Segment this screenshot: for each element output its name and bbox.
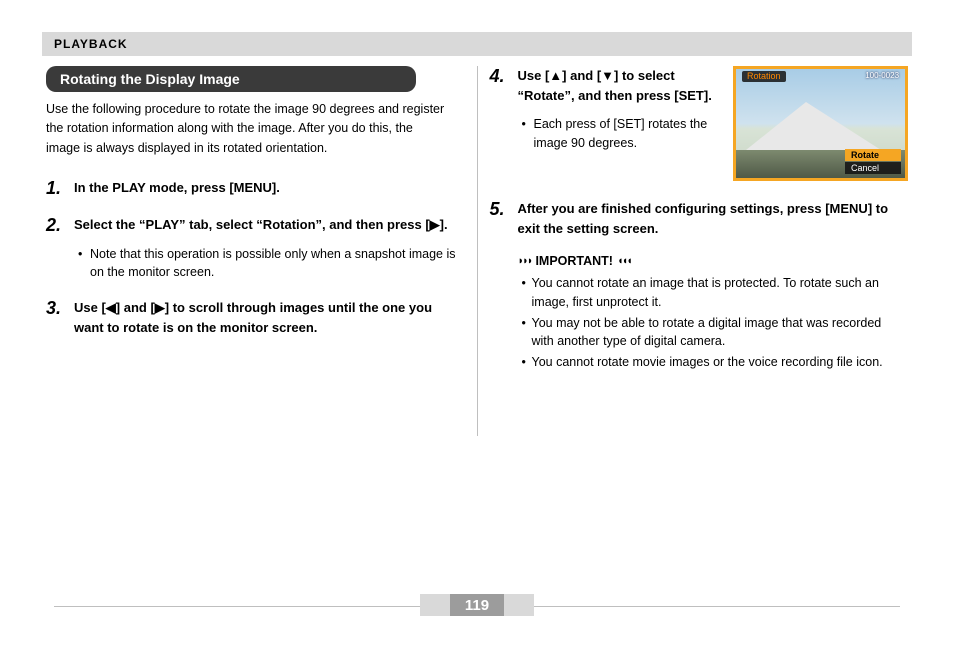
camera-file-number: 100-0023 <box>865 71 899 80</box>
important-list: You cannot rotate an image that is prote… <box>522 274 902 372</box>
intro-text: Use the following procedure to rotate th… <box>46 100 446 158</box>
page-footer: 119 <box>54 594 900 622</box>
camera-option-rotate: Rotate <box>845 149 901 161</box>
step-number: 5. <box>490 199 510 238</box>
manual-page: PLAYBACK Rotating the Display Image Use … <box>0 0 954 646</box>
page-number-pad-left <box>420 594 450 616</box>
step-text: Select the “PLAY” tab, select “Rotation”… <box>74 215 465 235</box>
right-column: 4. Use [▲] and [▼] to select “Rotate”, a… <box>486 66 913 436</box>
step-5: 5. After you are finished configuring se… <box>490 199 909 238</box>
page-number-pad-right <box>504 594 534 616</box>
camera-screenshot: Rotation 100-0023 Rotate Cancel <box>733 66 908 181</box>
section-header-bar: PLAYBACK <box>42 32 912 56</box>
step-number: 1. <box>46 178 66 199</box>
important-heading: ◗◗◗ IMPORTANT! ◖◖◖ <box>518 254 909 268</box>
step-number: 3. <box>46 298 66 337</box>
step-number: 2. <box>46 215 66 282</box>
important-item: You may not be able to rotate a digital … <box>522 314 902 352</box>
step-text: In the PLAY mode, press [MENU]. <box>74 178 280 199</box>
column-divider <box>477 66 478 436</box>
important-icon-right: ◖◖◖ <box>617 255 631 267</box>
step-4-row: 4. Use [▲] and [▼] to select “Rotate”, a… <box>490 66 909 181</box>
camera-menu-options: Rotate Cancel <box>845 148 901 174</box>
important-icon-left: ◗◗◗ <box>518 255 532 267</box>
camera-scene-mountain <box>746 102 881 150</box>
breadcrumb: PLAYBACK <box>54 37 128 51</box>
important-item: You cannot rotate movie images or the vo… <box>522 353 902 372</box>
step-3: 3. Use [◀] and [▶] to scroll through ima… <box>46 298 465 337</box>
step-text: Use [▲] and [▼] to select “Rotate”, and … <box>518 66 720 105</box>
left-column: Rotating the Display Image Use the follo… <box>42 66 469 436</box>
important-item: You cannot rotate an image that is prote… <box>522 274 902 312</box>
section-title: Rotating the Display Image <box>46 66 416 92</box>
camera-menu-title: Rotation <box>742 71 786 82</box>
step-2: 2. Select the “PLAY” tab, select “Rotati… <box>46 215 465 282</box>
important-label: IMPORTANT! <box>535 254 613 268</box>
step-text: After you are finished configuring setti… <box>518 199 909 238</box>
content-columns: Rotating the Display Image Use the follo… <box>42 66 912 436</box>
step-sub-note: Note that this operation is possible onl… <box>78 245 465 283</box>
step-number: 4. <box>490 66 510 153</box>
step-4: 4. Use [▲] and [▼] to select “Rotate”, a… <box>490 66 720 153</box>
camera-option-cancel: Cancel <box>845 162 901 174</box>
page-number: 119 <box>450 594 504 616</box>
step-1: 1. In the PLAY mode, press [MENU]. <box>46 178 465 199</box>
page-number-badge: 119 <box>420 594 534 616</box>
step-sub-note: Each press of [SET] rotates the image 90… <box>522 115 720 153</box>
step-text: Use [◀] and [▶] to scroll through images… <box>74 298 465 337</box>
